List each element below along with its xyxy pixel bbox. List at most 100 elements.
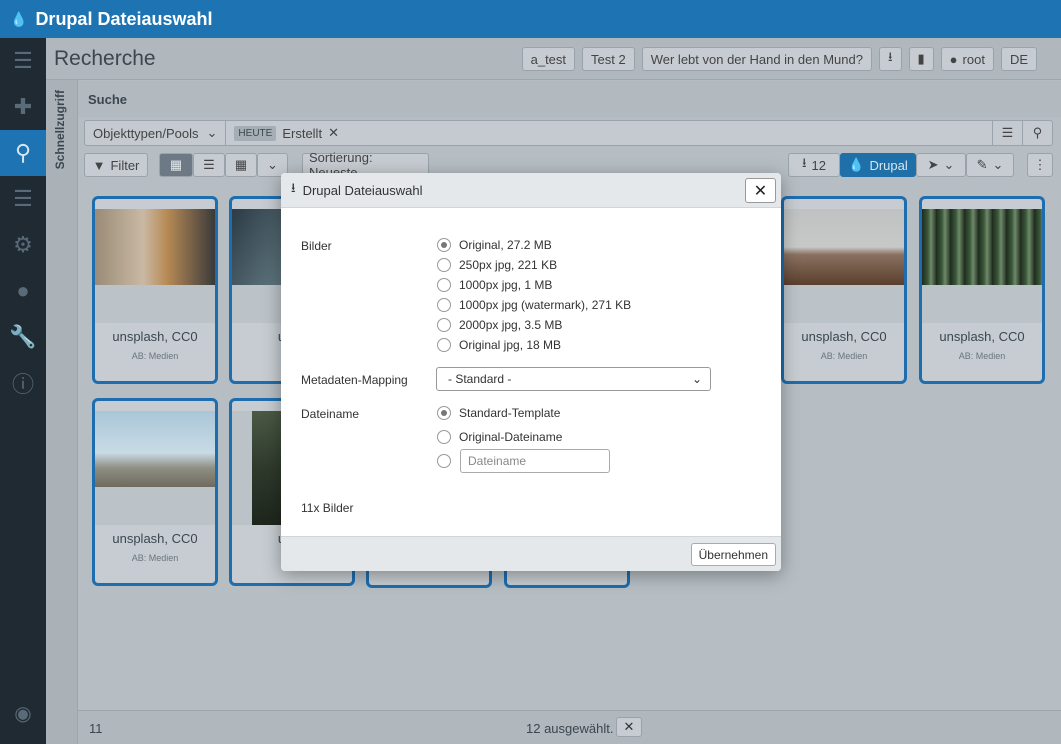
search-icon[interactable]: ⚲ xyxy=(0,130,46,176)
book-button[interactable]: ▮ xyxy=(908,47,934,71)
image-option-1000px-watermark[interactable]: 1000px jpg (watermark), 271 KB xyxy=(437,298,631,312)
wrench-icon[interactable]: 🔧 xyxy=(0,314,46,360)
download-selection-button[interactable]: ⭳ 12 xyxy=(788,153,840,177)
radio-button[interactable] xyxy=(437,430,451,444)
page-header: Recherche a_test Test 2 Wer lebt von der… xyxy=(46,38,1061,80)
card-subtitle: AB: Medien xyxy=(958,351,1006,361)
more-options-button[interactable]: ⋮ xyxy=(1027,153,1053,177)
radio-button[interactable] xyxy=(437,278,451,292)
plus-icon[interactable]: ✚ xyxy=(0,84,46,130)
drupal-icon: 💧 xyxy=(10,10,28,27)
user-name: root xyxy=(962,51,985,67)
filter-button[interactable]: ▼ Filter xyxy=(84,153,148,177)
list-icon[interactable]: ☰ xyxy=(0,176,46,222)
download-button[interactable]: ⭳ xyxy=(878,47,902,71)
brand-logo-icon: ◉ xyxy=(14,702,32,725)
thumbnail-image xyxy=(95,411,215,487)
option-label: Original-Dateiname xyxy=(459,430,563,444)
menu-icon[interactable]: ☰ xyxy=(0,38,46,84)
card-caption: unsplash, CC0 xyxy=(112,531,198,546)
option-label: 2000px jpg, 3.5 MB xyxy=(459,318,563,332)
filename-label: Dateiname xyxy=(301,407,360,421)
image-option-original[interactable]: Original, 27.2 MB xyxy=(437,238,552,252)
grid-view-button[interactable]: ▦ xyxy=(159,153,193,177)
card-subtitle: AB: Medien xyxy=(131,553,179,563)
plane-icon: ➤ xyxy=(927,157,939,172)
chevron-down-icon: ⌄ xyxy=(267,157,278,172)
option-label: 1000px jpg, 1 MB xyxy=(459,278,553,292)
tab-a-test[interactable]: a_test xyxy=(521,47,576,71)
result-card[interactable]: unsplash, CC0 AB: Medien xyxy=(92,196,218,384)
search-bar: Objekttypen/Pools ⌄ HEUTE Erstellt ✕ ☰ ⚲ xyxy=(84,120,1053,146)
user-button[interactable]: ● root xyxy=(940,47,994,71)
result-card[interactable]: unsplash, CC0 AB: Medien xyxy=(919,196,1045,384)
result-card[interactable]: unsplash, CC0 AB: Medien xyxy=(781,196,907,384)
image-option-original-jpg[interactable]: Original jpg, 18 MB xyxy=(437,338,561,352)
radio-button[interactable] xyxy=(437,238,451,252)
option-label: 1000px jpg (watermark), 271 KB xyxy=(459,298,632,312)
drupal-icon: 💧 xyxy=(848,157,865,172)
info-icon[interactable]: ⓘ xyxy=(0,360,46,406)
filename-option-template[interactable]: Standard-Template xyxy=(437,406,560,420)
app-title: Drupal Dateiauswahl xyxy=(35,8,213,29)
quick-access-panel[interactable]: Schnellzugriff xyxy=(46,80,78,744)
download-icon: ⭳ xyxy=(291,180,296,195)
edit-dropdown[interactable]: ✎ ⌄ xyxy=(966,153,1014,177)
filter-chip[interactable]: HEUTE Erstellt ✕ xyxy=(234,125,339,141)
close-icon[interactable]: ✕ xyxy=(328,125,339,141)
list-icon: ☰ xyxy=(203,157,215,172)
download-icon: ⭳ xyxy=(801,155,807,170)
tab-saved-search[interactable]: Wer lebt von der Hand in den Mund? xyxy=(641,47,872,71)
thumbnail-image xyxy=(784,209,904,285)
images-label: Bilder xyxy=(301,239,332,253)
drupal-export-button[interactable]: 💧 Drupal xyxy=(840,153,916,177)
radio-button[interactable] xyxy=(437,298,451,312)
image-option-1000px[interactable]: 1000px jpg, 1 MB xyxy=(437,278,552,292)
tools-dropdown[interactable]: ➤ ⌄ xyxy=(916,153,966,177)
filename-option-original[interactable]: Original-Dateiname xyxy=(437,430,562,444)
dialog-header: ⭳ Drupal Dateiauswahl xyxy=(281,173,781,208)
radio-button[interactable] xyxy=(437,406,451,420)
dialog-footer: Übernehmen xyxy=(281,536,781,571)
users-icon[interactable]: ● xyxy=(0,268,46,314)
language-button[interactable]: DE xyxy=(1000,47,1037,71)
tab-test-2[interactable]: Test 2 xyxy=(582,47,635,71)
image-option-2000px[interactable]: 2000px jpg, 3.5 MB xyxy=(437,318,562,332)
filter-label: Filter xyxy=(110,157,140,173)
download-icon: ⭳ xyxy=(887,49,893,64)
status-bar: 11 12 ausgewählt. ✕ xyxy=(78,710,1061,744)
option-label: Standard-Template xyxy=(459,406,561,420)
settings-icon[interactable]: ⚙ xyxy=(0,222,46,268)
table-view-button[interactable]: ▦ xyxy=(225,153,257,177)
list-view-button[interactable]: ☰ xyxy=(193,153,225,177)
clear-selection-button[interactable]: ✕ xyxy=(616,717,642,737)
selection-count: 12 ausgewählt. xyxy=(526,721,614,736)
apply-button[interactable]: Übernehmen xyxy=(690,543,776,566)
card-subtitle: AB: Medien xyxy=(820,351,868,361)
result-card[interactable]: unsplash, CC0 AB: Medien xyxy=(92,398,218,586)
mapping-value: - Standard - xyxy=(448,372,512,386)
icon-sidebar: ☰ ✚ ⚲ ☰ ⚙ ● 🔧 ⓘ ◉ xyxy=(0,38,46,744)
radio-button[interactable] xyxy=(437,338,451,352)
table-icon: ▦ xyxy=(234,157,248,172)
app-titlebar: 💧 Drupal Dateiauswahl xyxy=(0,0,1061,38)
filename-option-custom[interactable] xyxy=(437,454,451,468)
filename-input[interactable]: Dateiname xyxy=(460,449,610,473)
card-caption: unsplash, CC0 xyxy=(939,329,1025,344)
chevron-down-icon: ⌄ xyxy=(691,372,702,386)
radio-button[interactable] xyxy=(437,454,451,468)
quick-access-label: Schnellzugriff xyxy=(53,90,67,170)
object-types-dropdown[interactable]: Objekttypen/Pools ⌄ xyxy=(85,121,227,145)
radio-button[interactable] xyxy=(437,258,451,272)
radio-button[interactable] xyxy=(437,318,451,332)
thumbnail-image xyxy=(922,209,1042,285)
card-caption: unsplash, CC0 xyxy=(112,329,198,344)
dialog-close-button[interactable]: ✕ xyxy=(745,178,776,203)
sliders-icon[interactable]: ☰ xyxy=(992,121,1022,145)
image-option-250px[interactable]: 250px jpg, 221 KB xyxy=(437,258,557,272)
card-subtitle: AB: Medien xyxy=(131,351,179,361)
mapping-select[interactable]: - Standard - ⌄ xyxy=(436,367,711,391)
chevron-down-icon: ⌄ xyxy=(992,157,1004,172)
close-icon: ✕ xyxy=(753,182,768,200)
search-icon[interactable]: ⚲ xyxy=(1022,121,1052,145)
